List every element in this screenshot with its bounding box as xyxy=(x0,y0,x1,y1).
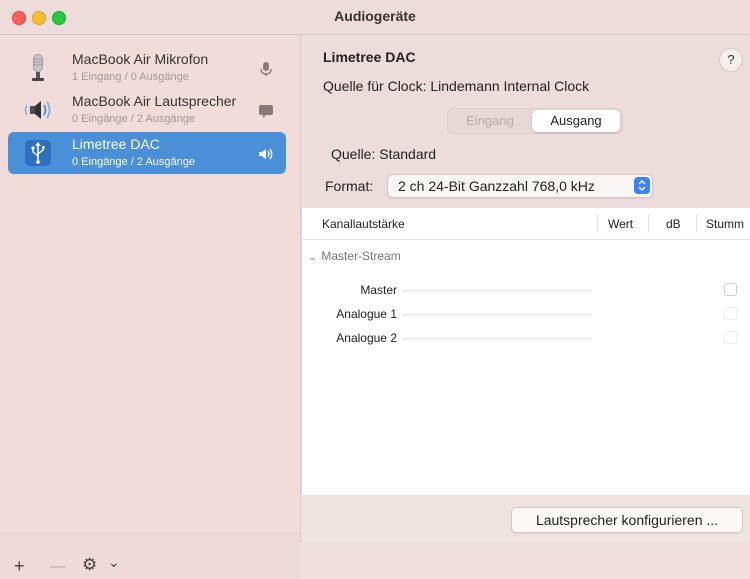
help-button[interactable]: ? xyxy=(719,48,743,72)
clock-label: Quelle für Clock: xyxy=(323,78,427,94)
source-value: Standard xyxy=(379,146,437,162)
table-header: Kanallautstärke Wert dB Stumm xyxy=(302,208,750,240)
usb-icon xyxy=(22,138,54,168)
source-label: Quelle: xyxy=(331,146,376,162)
analogue-1-volume-slider[interactable] xyxy=(402,313,592,316)
column-mute[interactable]: Stumm xyxy=(706,217,744,231)
device-sidebar: MacBook Air Mikrofon 1 Eingang / 0 Ausgä… xyxy=(0,35,299,579)
row-label-master: Master xyxy=(360,283,397,297)
column-divider xyxy=(597,215,598,232)
device-channels: 1 Eingang / 0 Ausgänge xyxy=(72,71,189,83)
remove-device-button[interactable]: — xyxy=(50,558,66,576)
device-name: MacBook Air Lautsprecher xyxy=(72,93,237,109)
device-name: Limetree DAC xyxy=(72,136,160,152)
analogue-2-volume-slider[interactable] xyxy=(402,337,592,340)
device-name: MacBook Air Mikrofon xyxy=(72,51,209,67)
clock-source: Quelle für Clock: Lindemann Internal Clo… xyxy=(323,78,589,94)
speech-bubble-icon xyxy=(258,103,274,119)
stepper-chevrons-icon xyxy=(634,177,650,194)
column-value[interactable]: Wert xyxy=(608,217,633,231)
column-divider xyxy=(648,215,649,232)
volume-table: Kanallautstärke Wert dB Stumm ⌄ Master-S… xyxy=(302,208,750,495)
device-detail-panel: Limetree DAC ? Quelle für Clock: Lindema… xyxy=(300,35,750,543)
input-output-segmented-control: Eingang Ausgang xyxy=(447,108,623,134)
tab-eingang[interactable]: Eingang xyxy=(448,109,532,133)
microphone-badge-icon xyxy=(258,61,274,77)
master-mute-checkbox[interactable] xyxy=(724,283,737,296)
add-device-button[interactable]: + xyxy=(14,556,25,577)
row-label-analogue-2: Analogue 2 xyxy=(336,331,397,345)
volume-icon xyxy=(258,146,274,162)
source-row: Quelle: Standard xyxy=(331,146,436,162)
column-divider xyxy=(696,215,697,232)
configure-speakers-button[interactable]: Lautsprecher konfigurieren ... xyxy=(511,507,743,533)
detail-footer: Lautsprecher konfigurieren ... xyxy=(301,495,750,543)
chevron-down-icon: ⌄ xyxy=(308,252,317,263)
clock-value: Lindemann Internal Clock xyxy=(430,78,590,94)
device-channels: 0 Eingänge / 2 Ausgänge xyxy=(72,113,195,125)
column-channel-volume[interactable]: Kanallautstärke xyxy=(322,217,405,231)
tab-ausgang[interactable]: Ausgang xyxy=(532,110,620,132)
gear-icon[interactable]: ⚙ xyxy=(82,555,97,575)
device-item-macbook-air-mikrofon[interactable]: MacBook Air Mikrofon 1 Eingang / 0 Ausgä… xyxy=(8,47,286,89)
window-title: Audiogeräte xyxy=(334,8,416,24)
device-title: Limetree DAC xyxy=(323,49,416,65)
microphone-icon xyxy=(22,53,54,83)
master-volume-slider[interactable] xyxy=(402,289,592,292)
format-value: 2 ch 24-Bit Ganzzahl 768,0 kHz xyxy=(398,178,595,194)
chevron-down-icon[interactable]: ⌄ xyxy=(108,554,120,571)
device-channels: 0 Eingänge / 2 Ausgänge xyxy=(72,156,195,168)
column-db[interactable]: dB xyxy=(666,217,681,231)
analogue-2-mute-checkbox[interactable] xyxy=(724,331,737,344)
speaker-icon xyxy=(22,95,54,125)
group-label: Master-Stream xyxy=(321,249,401,263)
row-label-analogue-1: Analogue 1 xyxy=(336,307,397,321)
format-label: Format: xyxy=(325,178,374,194)
device-item-macbook-air-lautsprecher[interactable]: MacBook Air Lautsprecher 0 Eingänge / 2 … xyxy=(8,89,286,131)
device-item-limetree-dac[interactable]: Limetree DAC 0 Eingänge / 2 Ausgänge xyxy=(8,132,286,174)
format-select[interactable]: 2 ch 24-Bit Ganzzahl 768,0 kHz xyxy=(387,174,653,198)
analogue-1-mute-checkbox[interactable] xyxy=(724,307,737,320)
title-bar: Audiogeräte xyxy=(0,0,750,35)
sidebar-toolbar: + — ⚙ ⌄ xyxy=(0,533,299,579)
master-stream-group[interactable]: ⌄ Master-Stream xyxy=(308,249,401,263)
